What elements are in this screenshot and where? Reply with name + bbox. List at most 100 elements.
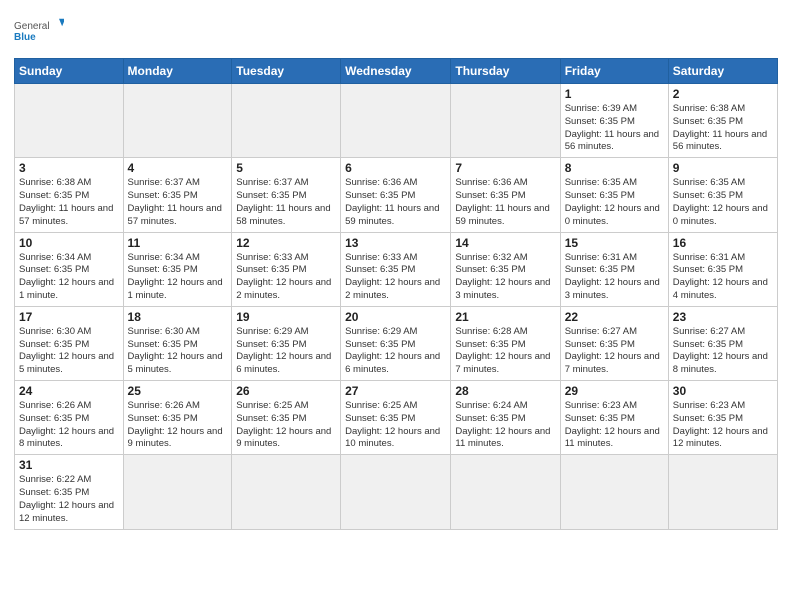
svg-text:General: General xyxy=(14,21,50,32)
day-number: 10 xyxy=(19,236,119,250)
calendar-cell: 23Sunrise: 6:27 AMSunset: 6:35 PMDayligh… xyxy=(668,306,777,380)
calendar-cell: 26Sunrise: 6:25 AMSunset: 6:35 PMDayligh… xyxy=(232,381,341,455)
day-number: 15 xyxy=(565,236,664,250)
day-number: 5 xyxy=(236,161,336,175)
day-number: 24 xyxy=(19,384,119,398)
calendar-cell: 17 Sunrise: 6:30 AMSunset: 6:35 PMDayligh… xyxy=(15,306,124,380)
day-info: Sunrise: 6:27 AMSunset: 6:35 PMDaylight:… xyxy=(565,326,664,377)
day-info: Sunrise: 6:30 AMSunset: 6:35 PMDaylight:… xyxy=(128,326,228,377)
day-number: 21 xyxy=(455,310,555,324)
calendar-header-tuesday: Tuesday xyxy=(232,59,341,84)
day-number: 9 xyxy=(673,161,773,175)
day-info: Sunrise: 6:23 AMSunset: 6:35 PMDaylight:… xyxy=(673,400,773,451)
day-number: 27 xyxy=(345,384,446,398)
day-number: 7 xyxy=(455,161,555,175)
calendar-cell: 10Sunrise: 6:34 AMSunset: 6:35 PMDayligh… xyxy=(15,232,124,306)
day-number: 23 xyxy=(673,310,773,324)
calendar-cell: 2 Sunrise: 6:38 AMSunset: 6:35 PMDaylight… xyxy=(668,84,777,158)
calendar-cell xyxy=(341,455,451,529)
calendar-cell: 30 Sunrise: 6:23 AMSunset: 6:35 PMDayligh… xyxy=(668,381,777,455)
calendar-cell: 21 Sunrise: 6:28 AMSunset: 6:35 PMDayligh… xyxy=(451,306,560,380)
day-number: 31 xyxy=(19,458,119,472)
day-info: Sunrise: 6:39 AMSunset: 6:35 PMDaylight:… xyxy=(565,103,664,154)
day-number: 13 xyxy=(345,236,446,250)
day-number: 20 xyxy=(345,310,446,324)
day-number: 30 xyxy=(673,384,773,398)
svg-text:Blue: Blue xyxy=(14,32,36,43)
day-number: 11 xyxy=(128,236,228,250)
calendar-cell: 20Sunrise: 6:29 AMSunset: 6:35 PMDayligh… xyxy=(341,306,451,380)
calendar-header-wednesday: Wednesday xyxy=(341,59,451,84)
day-info: Sunrise: 6:38 AMSunset: 6:35 PMDaylight:… xyxy=(673,103,773,154)
calendar-cell: 1Sunrise: 6:39 AMSunset: 6:35 PMDaylight… xyxy=(560,84,668,158)
day-info: Sunrise: 6:35 AMSunset: 6:35 PMDaylight:… xyxy=(673,177,773,228)
calendar-cell: 9 Sunrise: 6:35 AMSunset: 6:35 PMDaylight… xyxy=(668,158,777,232)
calendar-week-2: 10 Sunrise: 6:34 AMSunset: 6:35 PMDayligh… xyxy=(15,232,778,306)
day-info: Sunrise: 6:26 AMSunset: 6:35 PMDaylight:… xyxy=(19,400,119,451)
calendar-cell xyxy=(560,455,668,529)
calendar-cell: 11 Sunrise: 6:34 AMSunset: 6:35 PMDayligh… xyxy=(123,232,232,306)
calendar-week-1: 3Sunrise: 6:38 AMSunset: 6:35 PMDaylight… xyxy=(15,158,778,232)
generalblue-logo-icon: General Blue xyxy=(14,10,64,50)
day-number: 25 xyxy=(128,384,228,398)
calendar-cell: 7 Sunrise: 6:36 AMSunset: 6:35 PMDaylight… xyxy=(451,158,560,232)
day-info: Sunrise: 6:33 AMSunset: 6:35 PMDaylight:… xyxy=(345,252,446,303)
day-info: Sunrise: 6:28 AMSunset: 6:35 PMDaylight:… xyxy=(455,326,555,377)
calendar-cell: 14Sunrise: 6:32 AMSunset: 6:35 PMDayligh… xyxy=(451,232,560,306)
day-info: Sunrise: 6:33 AMSunset: 6:35 PMDaylight:… xyxy=(236,252,336,303)
day-number: 22 xyxy=(565,310,664,324)
calendar-week-3: 17 Sunrise: 6:30 AMSunset: 6:35 PMDayligh… xyxy=(15,306,778,380)
calendar-cell: 5Sunrise: 6:37 AMSunset: 6:35 PMDaylight… xyxy=(232,158,341,232)
day-info: Sunrise: 6:29 AMSunset: 6:35 PMDaylight:… xyxy=(236,326,336,377)
calendar-week-5: 31 Sunrise: 6:22 AMSunset: 6:35 PMDayligh… xyxy=(15,455,778,529)
day-number: 28 xyxy=(455,384,555,398)
day-info: Sunrise: 6:30 AMSunset: 6:35 PMDaylight:… xyxy=(19,326,119,377)
calendar-cell: 19 Sunrise: 6:29 AMSunset: 6:35 PMDayligh… xyxy=(232,306,341,380)
calendar-cell xyxy=(232,84,341,158)
calendar-cell xyxy=(232,455,341,529)
day-info: Sunrise: 6:26 AMSunset: 6:35 PMDaylight:… xyxy=(128,400,228,451)
day-info: Sunrise: 6:23 AMSunset: 6:35 PMDaylight:… xyxy=(565,400,664,451)
calendar-week-4: 24 Sunrise: 6:26 AMSunset: 6:35 PMDayligh… xyxy=(15,381,778,455)
day-info: Sunrise: 6:22 AMSunset: 6:35 PMDaylight:… xyxy=(19,474,119,525)
calendar-cell: 18Sunrise: 6:30 AMSunset: 6:35 PMDayligh… xyxy=(123,306,232,380)
calendar-cell: 8Sunrise: 6:35 AMSunset: 6:35 PMDaylight… xyxy=(560,158,668,232)
calendar-week-0: 1Sunrise: 6:39 AMSunset: 6:35 PMDaylight… xyxy=(15,84,778,158)
calendar-cell: 31 Sunrise: 6:22 AMSunset: 6:35 PMDayligh… xyxy=(15,455,124,529)
logo: General Blue xyxy=(14,10,64,50)
calendar-cell: 4Sunrise: 6:37 AMSunset: 6:35 PMDaylight… xyxy=(123,158,232,232)
day-number: 12 xyxy=(236,236,336,250)
page: General Blue SundayMondayTuesdayWednesda… xyxy=(0,0,792,612)
day-number: 2 xyxy=(673,87,773,101)
day-number: 26 xyxy=(236,384,336,398)
calendar-header-friday: Friday xyxy=(560,59,668,84)
day-info: Sunrise: 6:31 AMSunset: 6:35 PMDaylight:… xyxy=(673,252,773,303)
calendar-cell: 27 Sunrise: 6:25 AMSunset: 6:35 PMDayligh… xyxy=(341,381,451,455)
day-number: 4 xyxy=(128,161,228,175)
calendar-header-monday: Monday xyxy=(123,59,232,84)
day-info: Sunrise: 6:36 AMSunset: 6:35 PMDaylight:… xyxy=(345,177,446,228)
day-number: 19 xyxy=(236,310,336,324)
day-number: 16 xyxy=(673,236,773,250)
calendar-cell: 28Sunrise: 6:24 AMSunset: 6:35 PMDayligh… xyxy=(451,381,560,455)
calendar-table: SundayMondayTuesdayWednesdayThursdayFrid… xyxy=(14,58,778,530)
day-info: Sunrise: 6:34 AMSunset: 6:35 PMDaylight:… xyxy=(128,252,228,303)
calendar-cell: 29Sunrise: 6:23 AMSunset: 6:35 PMDayligh… xyxy=(560,381,668,455)
day-info: Sunrise: 6:36 AMSunset: 6:35 PMDaylight:… xyxy=(455,177,555,228)
calendar-cell xyxy=(341,84,451,158)
calendar-cell xyxy=(123,455,232,529)
calendar-cell: 24 Sunrise: 6:26 AMSunset: 6:35 PMDayligh… xyxy=(15,381,124,455)
calendar-header-sunday: Sunday xyxy=(15,59,124,84)
calendar-cell: 12 Sunrise: 6:33 AMSunset: 6:35 PMDayligh… xyxy=(232,232,341,306)
calendar-cell: 6Sunrise: 6:36 AMSunset: 6:35 PMDaylight… xyxy=(341,158,451,232)
day-number: 3 xyxy=(19,161,119,175)
calendar-cell: 15Sunrise: 6:31 AMSunset: 6:35 PMDayligh… xyxy=(560,232,668,306)
day-number: 17 xyxy=(19,310,119,324)
day-info: Sunrise: 6:25 AMSunset: 6:35 PMDaylight:… xyxy=(345,400,446,451)
calendar-cell xyxy=(123,84,232,158)
calendar-cell xyxy=(451,455,560,529)
calendar-header-saturday: Saturday xyxy=(668,59,777,84)
calendar-cell xyxy=(668,455,777,529)
calendar-cell xyxy=(451,84,560,158)
day-info: Sunrise: 6:35 AMSunset: 6:35 PMDaylight:… xyxy=(565,177,664,228)
